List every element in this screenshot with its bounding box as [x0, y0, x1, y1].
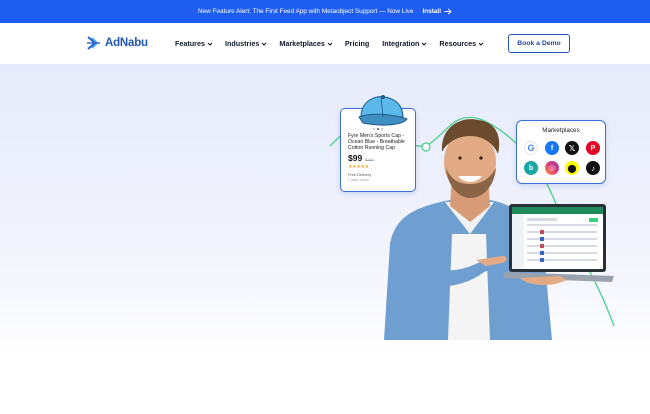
- product-preview-card: Fyre Men's Sports Cap - Ocean Blue - Bre…: [340, 95, 416, 192]
- install-label: Install: [422, 8, 441, 15]
- chevron-down-icon: [207, 42, 213, 46]
- snapchat-icon[interactable]: ⬤: [565, 161, 579, 175]
- nav-item-label: Integration: [382, 39, 420, 48]
- nav-item-pricing[interactable]: Pricing: [345, 39, 369, 48]
- hero-illustration: [329, 116, 615, 340]
- arrow-right-icon: [444, 8, 452, 15]
- nav-item-label: Industries: [224, 39, 260, 48]
- tiktok-icon[interactable]: ♪: [586, 161, 600, 175]
- page-continuation: [0, 354, 650, 414]
- nav-menu: Features Industries Marketplaces Pricing…: [175, 23, 484, 64]
- marketplaces-title: Marketplaces: [542, 127, 580, 134]
- nav-item-industries[interactable]: Industries: [225, 39, 267, 48]
- nav-item-label: Marketplaces: [279, 39, 325, 48]
- instagram-icon[interactable]: ◎: [545, 161, 559, 175]
- returns-text: 7 days return: [348, 178, 369, 182]
- hero-section: Fyre Men's Sports Cap - Ocean Blue - Bre…: [0, 64, 650, 354]
- logo-icon: [87, 36, 100, 50]
- google-icon[interactable]: G: [524, 141, 538, 155]
- chevron-down-icon: [422, 42, 427, 46]
- product-title: Fyre Men's Sports Cap - Ocean Blue - Bre…: [348, 133, 405, 151]
- x-icon[interactable]: 𝕏: [565, 141, 579, 155]
- announcement-bar: New Feature Alert: The First Feed App wi…: [0, 0, 650, 23]
- product-old-price: $150: [365, 158, 374, 162]
- delivery-text: Free Delivery: [348, 172, 372, 177]
- nav-item-label: Features: [175, 39, 205, 48]
- logo-text: AdNabu: [105, 37, 148, 49]
- chevron-down-icon: [478, 42, 484, 46]
- product-price: $99: [348, 153, 363, 163]
- facebook-icon[interactable]: f: [545, 141, 559, 155]
- install-link[interactable]: Install: [423, 8, 452, 15]
- nav-item-marketplaces[interactable]: Marketplaces: [279, 39, 333, 48]
- nav-item-features[interactable]: Features: [175, 39, 213, 48]
- marketplaces-card: Marketplaces G f 𝕏 P b ◎ ⬤ ♪: [516, 120, 606, 184]
- pinterest-icon[interactable]: P: [586, 141, 600, 155]
- book-demo-button[interactable]: Book a Demo: [508, 34, 570, 53]
- main-navbar: AdNabu Features Industries Marketplaces …: [0, 23, 650, 64]
- nav-item-label: Pricing: [344, 39, 370, 48]
- nav-item-integration[interactable]: Integration: [382, 39, 427, 48]
- chevron-down-icon: [261, 42, 267, 46]
- product-price-row: $99 $150: [348, 153, 408, 163]
- rating-stars: ★★★★★: [348, 164, 369, 170]
- announcement-text: New Feature Alert: The First Feed App wi…: [198, 8, 414, 15]
- bing-icon[interactable]: b: [524, 161, 538, 175]
- nav-item-resources[interactable]: Resources: [439, 39, 484, 48]
- nav-item-label: Resources: [439, 39, 477, 48]
- chevron-down-icon: [327, 42, 333, 46]
- adnabu-logo[interactable]: AdNabu: [86, 35, 148, 51]
- cap-icon: [358, 95, 408, 126]
